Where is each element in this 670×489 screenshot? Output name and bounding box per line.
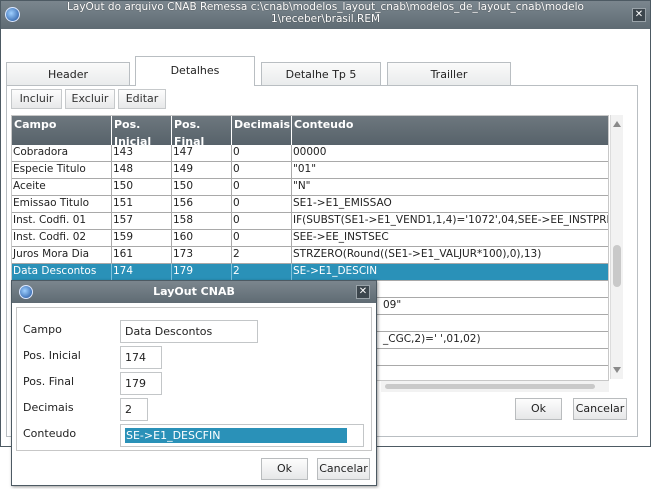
grid-vertical-scrollbar[interactable] (610, 115, 623, 379)
table-row[interactable]: Cobradora 143 147 0 00000 (12, 145, 608, 162)
tab-label: Detalhes (170, 64, 220, 77)
cell-pos-final: 156 (172, 196, 232, 212)
cell-pos-inicial: 143 (112, 145, 172, 161)
cell-conteudo: SE->E1_DESCIN (293, 265, 378, 277)
table-row[interactable]: Aceite 150 150 0 "N" (12, 179, 608, 196)
pos-final-label: Pos. Final (23, 375, 75, 388)
cell-conteudo-partial: 09" (382, 298, 442, 314)
cell-decimais: 2 (232, 264, 292, 280)
tab-trailler[interactable]: Trailler (387, 62, 511, 87)
table-row-selected[interactable]: Data Descontos 174 179 2 SE->E1_DESCIN (12, 264, 608, 281)
pos-inicial-label: Pos. Inicial (23, 349, 81, 362)
table-row[interactable]: Inst. Codfi. 01 157 158 0 IF(SUBST(SE1->… (12, 213, 608, 230)
scroll-up-icon[interactable] (613, 121, 621, 127)
layout-cnab-edit-dialog: LayOut CNAB ✕ Campo Data Descontos Pos. … (11, 280, 377, 486)
column-header-pos-inicial[interactable]: Pos. Inicial (112, 116, 172, 148)
dialog-ok-button[interactable]: Ok (261, 458, 308, 480)
dialog-titlebar[interactable]: LayOut CNAB ✕ (12, 281, 376, 303)
cell-pos-final: 158 (172, 213, 232, 229)
tab-label: Trailler (430, 68, 468, 81)
cell-pos-final: 173 (172, 247, 232, 263)
cell-campo: Inst. Codfi. 01 (12, 213, 112, 229)
scroll-down-icon[interactable] (613, 367, 621, 373)
table-row[interactable]: Juros Mora Dia 161 173 2 STRZERO(Round((… (12, 247, 608, 264)
cell-pos-inicial: 157 (112, 213, 172, 229)
excluir-button[interactable]: Excluir (65, 89, 115, 109)
close-icon[interactable]: ✕ (632, 8, 646, 22)
dialog-cancel-button[interactable]: Cancelar (317, 458, 370, 480)
grid-horizontal-scrollbar[interactable] (381, 381, 609, 392)
cell-pos-final: 179 (172, 264, 232, 280)
cell-pos-inicial: 148 (112, 162, 172, 178)
cell-decimais: 0 (232, 179, 292, 195)
cell-pos-final: 150 (172, 179, 232, 195)
incluir-button[interactable]: Incluir (11, 89, 62, 109)
window-title: LayOut do arquivo CNAB Remessa c:\cnab\m… (67, 1, 584, 25)
decimais-field[interactable]: 2 (120, 398, 148, 421)
cell-conteudo: STRZERO(Round((SE1->E1_VALJUR*100),0),13… (293, 248, 542, 260)
cell-campo: Emissao Titulo (12, 196, 112, 212)
cell-campo: Especie Titulo (12, 162, 112, 178)
scroll-thumb[interactable] (385, 384, 595, 389)
campo-field[interactable]: Data Descontos (120, 320, 258, 343)
tab-detalhes[interactable]: Detalhes (135, 56, 255, 86)
cell-decimais: 0 (232, 162, 292, 178)
table-row[interactable]: Inst. Codfi. 02 159 160 0 SEE->EE_INSTSE… (12, 230, 608, 247)
dialog-title: LayOut CNAB (153, 285, 235, 298)
table-row[interactable]: Emissao Titulo 151 156 0 SE1->E1_EMISSAO (12, 196, 608, 213)
window-titlebar[interactable]: LayOut do arquivo CNAB Remessa c:\cnab\m… (1, 1, 650, 29)
cell-decimais: 0 (232, 196, 292, 212)
cell-pos-inicial: 159 (112, 230, 172, 246)
cell-conteudo: "01" (293, 163, 317, 175)
cell-campo: Inst. Codfi. 02 (12, 230, 112, 246)
cell-decimais: 0 (232, 145, 292, 161)
scroll-thumb[interactable] (613, 245, 621, 287)
grid-header: Campo Pos. Inicial Pos. Final Decimais C… (12, 116, 608, 148)
tab-label: Detalhe Tp 5 (285, 68, 357, 81)
cell-pos-final: 149 (172, 162, 232, 178)
cell-decimais: 0 (232, 230, 292, 246)
cell-pos-inicial: 151 (112, 196, 172, 212)
cell-decimais: 2 (232, 247, 292, 263)
column-header-campo[interactable]: Campo (12, 116, 112, 145)
column-header-pos-final[interactable]: Pos. Final (172, 116, 232, 148)
conteudo-field[interactable]: SE->E1_DESCFIN (120, 424, 364, 447)
cell-pos-inicial: 174 (112, 264, 172, 280)
column-header-decimais[interactable]: Decimais (232, 116, 292, 145)
cell-pos-inicial: 161 (112, 247, 172, 263)
cell-conteudo: SE1->E1_EMISSAO (293, 197, 392, 209)
table-row[interactable]: Especie Titulo 148 149 0 "01" (12, 162, 608, 179)
column-header-conteudo[interactable]: Conteudo (292, 116, 608, 145)
tab-label: Header (47, 68, 89, 81)
tab-header[interactable]: Header (6, 62, 130, 87)
cell-pos-final: 160 (172, 230, 232, 246)
app-icon (19, 285, 33, 299)
conteudo-label: Conteudo (23, 427, 77, 440)
cell-campo: Data Descontos (12, 264, 112, 280)
cell-conteudo: "N" (293, 180, 311, 192)
cell-campo: Aceite (12, 179, 112, 195)
app-icon (5, 7, 20, 22)
close-icon[interactable]: ✕ (356, 285, 370, 299)
cancel-button[interactable]: Cancelar (573, 398, 627, 420)
conteudo-selected-text: SE->E1_DESCFIN (125, 428, 347, 443)
cell-campo: Juros Mora Dia (12, 247, 112, 263)
cell-conteudo: 00000 (293, 146, 327, 158)
cell-decimais: 0 (232, 213, 292, 229)
decimais-label: Decimais (23, 401, 74, 414)
ok-button[interactable]: Ok (515, 398, 562, 420)
editar-button[interactable]: Editar (118, 89, 166, 109)
pos-inicial-field[interactable]: 174 (120, 346, 162, 369)
dialog-form: Campo Data Descontos Pos. Inicial 174 Po… (16, 307, 372, 451)
cell-pos-inicial: 150 (112, 179, 172, 195)
tab-detalhe-tp5[interactable]: Detalhe Tp 5 (261, 62, 381, 87)
cell-pos-final: 147 (172, 145, 232, 161)
cell-conteudo-partial: _CGC,2)=' ',01,02) (382, 332, 512, 348)
campo-label: Campo (23, 323, 62, 336)
cell-conteudo: IF(SUBST(SE1->E1_VEND1,1,4)='1072',04,SE… (293, 214, 609, 226)
cell-campo: Cobradora (12, 145, 112, 161)
pos-final-field[interactable]: 179 (120, 372, 162, 395)
cell-conteudo: SEE->EE_INSTSEC (293, 231, 389, 243)
